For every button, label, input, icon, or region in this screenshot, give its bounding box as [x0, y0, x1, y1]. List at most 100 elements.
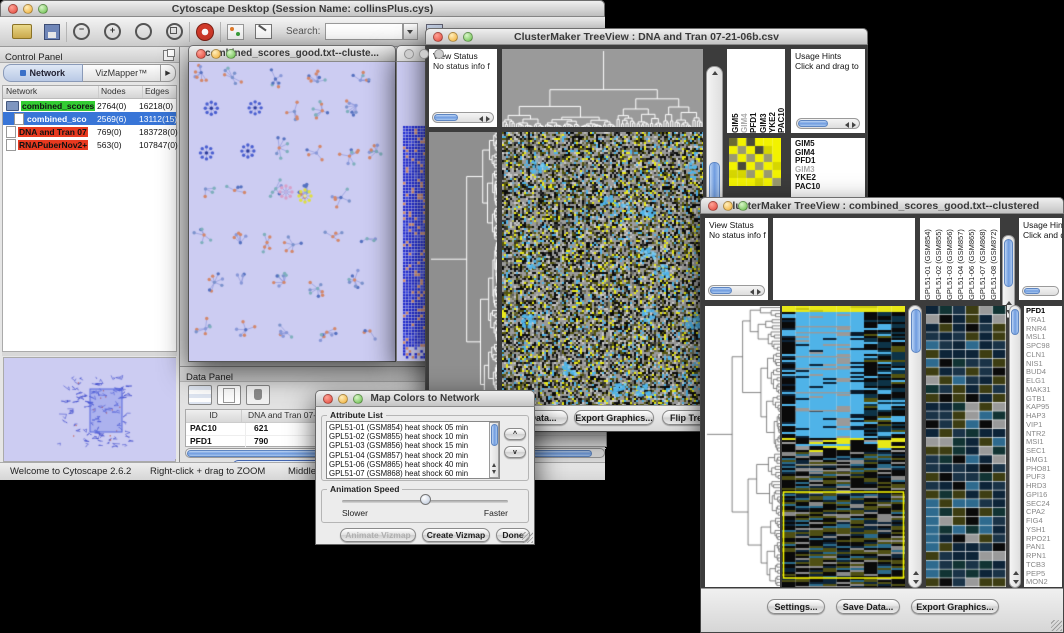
animation-speed-label: Animation Speed [327, 484, 402, 494]
create-vizmap-button[interactable]: Create Vizmap [422, 528, 490, 542]
attribute-list-vscrollbar[interactable] [489, 422, 499, 478]
zoom-in-icon[interactable]: + [104, 23, 121, 40]
tv1-usage-hscrollbar[interactable] [796, 118, 860, 129]
export-graphics-button[interactable]: Export Graphics... [574, 410, 654, 425]
network-table-row[interactable]: RNAPuberNov2+563(0)107847(0) [3, 138, 176, 151]
treeview2-title: ClusterMaker TreeView : combined_scores_… [715, 200, 1049, 212]
delete-attribute-icon[interactable] [246, 385, 270, 405]
treeview1-titlebar[interactable]: ClusterMaker TreeView : DNA and Tran 07-… [425, 28, 868, 45]
minimize-button[interactable] [338, 394, 348, 404]
tv2-heatmap[interactable] [781, 305, 906, 588]
zoom-out-icon[interactable]: − [73, 23, 90, 40]
tab-network[interactable]: Network [3, 64, 83, 82]
animate-vizmap-button[interactable]: Animate Vizmap [340, 528, 416, 542]
search-dropdown-icon[interactable] [403, 23, 418, 40]
search-input[interactable] [325, 23, 403, 40]
help-lifering-icon[interactable] [196, 23, 214, 41]
col-edges[interactable]: Edges [143, 86, 176, 98]
minimize-button[interactable] [448, 32, 458, 42]
network-overview-icon[interactable] [227, 24, 244, 40]
close-button[interactable] [196, 49, 206, 59]
zoom-selected-icon[interactable] [166, 23, 183, 40]
datacol-id[interactable]: ID [186, 410, 242, 422]
col-nodes[interactable]: Nodes [99, 86, 143, 98]
tv2-global-heatmap[interactable] [925, 305, 1007, 588]
doc-icon [6, 126, 16, 138]
network-table-row[interactable]: DNA and Tran 07769(0)183728(0) [3, 125, 176, 138]
tv2-row-dendrogram[interactable] [704, 305, 781, 588]
tab-overflow-button[interactable]: ▶ [161, 64, 176, 82]
new-attribute-icon[interactable] [217, 385, 241, 405]
zoom-button[interactable] [463, 32, 473, 42]
zoom-button[interactable] [434, 49, 444, 59]
attribute-item[interactable]: GPL51-06 (GSM865) heat shock 40 min [329, 460, 497, 469]
close-button[interactable] [8, 4, 18, 14]
network-overview-canvas[interactable] [4, 358, 176, 459]
save-icon[interactable] [44, 24, 60, 40]
window-controls[interactable] [8, 4, 48, 14]
panel-splitter[interactable] [2, 352, 177, 356]
attribute-item[interactable]: GPL51-07 (GSM868) heat shock 60 min [329, 469, 497, 478]
resize-grip[interactable] [1051, 620, 1062, 631]
annotation-icon[interactable] [255, 24, 272, 39]
column-label: GIM4 [740, 49, 748, 133]
gene-label[interactable]: MON2 [1026, 578, 1062, 587]
tv1-summary-matrix[interactable] [728, 137, 782, 187]
settings-button[interactable]: Settings... [767, 599, 825, 614]
tv2-column-dendrogram[interactable] [772, 217, 916, 301]
zoom-button[interactable] [353, 394, 363, 404]
export-graphics-button[interactable]: Export Graphics... [911, 599, 999, 614]
network-graph-canvas[interactable] [189, 62, 395, 360]
attribute-item[interactable]: GPL51-03 (GSM856) heat shock 15 min [329, 441, 497, 450]
network-table-row[interactable]: combined_scores2764(0)16218(0) [3, 99, 176, 112]
tv1-heatmap[interactable] [501, 131, 704, 422]
move-up-button[interactable]: ^ [504, 428, 526, 440]
resize-grip[interactable] [522, 532, 533, 543]
speed-slider-thumb[interactable] [420, 494, 431, 505]
tv2-heatmap-vscrollbar[interactable] [908, 305, 922, 588]
minimize-button[interactable] [723, 201, 733, 211]
open-file-icon[interactable] [12, 24, 32, 39]
save-data-button[interactable]: Save Data... [836, 599, 900, 614]
attribute-item[interactable]: GPL51-02 (GSM855) heat shock 10 min [329, 432, 497, 441]
main-window-title: Cytoscape Desktop (Session Name: collins… [15, 3, 590, 15]
tv1-column-dendrogram[interactable] [501, 48, 704, 128]
close-button[interactable] [708, 201, 718, 211]
search-label: Search: [286, 26, 320, 37]
tv2-button-bar: Settings... Save Data... Export Graphics… [701, 588, 1063, 632]
network-window-titlebar[interactable]: combined_scores_good.txt--cluste... [188, 45, 396, 62]
attribute-item[interactable]: GPL51-01 (GSM854) heat shock 05 min [329, 423, 497, 432]
attribute-item[interactable]: GPL51-07 (GSM868) heat shock 60 min [329, 478, 497, 479]
col-network[interactable]: Network [3, 86, 99, 98]
main-titlebar[interactable]: Cytoscape Desktop (Session Name: collins… [0, 0, 605, 17]
tv2-usage-hscrollbar[interactable] [1022, 286, 1059, 296]
tv1-usage-hints-panel: Usage Hints Click and drag to [790, 48, 866, 134]
zoom-button[interactable] [226, 49, 236, 59]
tv2-global-vscrollbar[interactable] [1009, 305, 1021, 588]
close-button[interactable] [433, 32, 443, 42]
zoom-fit-icon[interactable] [135, 23, 152, 40]
zoom-button[interactable] [38, 4, 48, 14]
minimize-button[interactable] [211, 49, 221, 59]
attribute-item[interactable]: GPL51-04 (GSM857) heat shock 20 min [329, 451, 497, 460]
treeview2-titlebar[interactable]: ClusterMaker TreeView : combined_scores_… [700, 197, 1064, 214]
data-panel-title: Data Panel [180, 372, 233, 383]
move-down-button[interactable]: v [504, 446, 526, 458]
dialog-titlebar[interactable]: Map Colors to Network [315, 390, 535, 407]
close-button[interactable] [404, 49, 414, 59]
tv1-row-dendrogram[interactable] [428, 131, 498, 422]
column-label: GPL51-08 (GSM872) [989, 218, 998, 300]
column-label: GPL51-04 (GSM857) [956, 218, 965, 300]
zoom-button[interactable] [738, 201, 748, 211]
close-button[interactable] [323, 394, 333, 404]
tv1-status-hscrollbar[interactable] [432, 112, 494, 123]
network-table-row[interactable]: combined_sco2569(6)13112(15) [3, 112, 176, 125]
network-nodes: 2764(0) [97, 101, 126, 111]
float-panel-icon[interactable] [163, 50, 174, 61]
tab-vizmapper[interactable]: VizMapper™ [83, 64, 162, 82]
attribute-list[interactable]: GPL51-01 (GSM854) heat shock 05 minGPL51… [326, 421, 500, 479]
attribute-grid-icon[interactable] [188, 385, 212, 405]
minimize-button[interactable] [419, 49, 429, 59]
minimize-button[interactable] [23, 4, 33, 14]
tv2-status-hscrollbar[interactable] [708, 285, 765, 296]
